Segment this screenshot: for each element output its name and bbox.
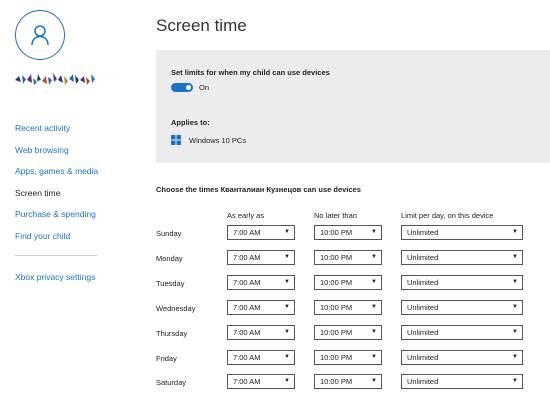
- schedule-row-saturday: Saturday 7:00 AM ▼ 10:00 PM ▼ Unlimited ▼: [0, 374, 550, 394]
- early-time-value: 7:00 AM: [233, 353, 261, 362]
- chevron-down-icon: ▼: [371, 354, 377, 360]
- child-name-signature: [15, 73, 95, 85]
- day-label: Wednesday: [156, 304, 196, 313]
- chevron-down-icon: ▼: [512, 329, 518, 335]
- late-time-select[interactable]: 10:00 PM ▼: [314, 275, 382, 290]
- early-time-value: 7:00 AM: [233, 377, 261, 386]
- user-icon: [31, 25, 49, 46]
- chevron-down-icon: ▼: [512, 354, 518, 360]
- chevron-down-icon: ▼: [284, 354, 290, 360]
- sidebar-item-screen-time[interactable]: Screen time: [15, 187, 98, 209]
- daily-limit-value: Unlimited: [407, 253, 439, 262]
- daily-limit-select[interactable]: Unlimited ▼: [401, 250, 523, 265]
- windows-logo-icon: [171, 135, 181, 145]
- toggle-state-label: On: [199, 83, 210, 92]
- daily-limit-select[interactable]: Unlimited ▼: [401, 300, 523, 315]
- schedule-heading: Choose the times Кванталиан Кузнецов can…: [156, 185, 361, 194]
- early-time-value: 7:00 AM: [233, 278, 261, 287]
- chevron-down-icon: ▼: [512, 229, 518, 235]
- daily-limit-value: Unlimited: [407, 377, 439, 386]
- column-header-early: As early as: [227, 211, 265, 220]
- schedule-row-wednesday: Wednesday 7:00 AM ▼ 10:00 PM ▼ Unlimited ▼: [0, 300, 550, 320]
- toggle-knob: [186, 85, 191, 90]
- daily-limit-value: Unlimited: [407, 278, 439, 287]
- daily-limit-select[interactable]: Unlimited ▼: [401, 225, 523, 240]
- daily-limit-value: Unlimited: [407, 303, 439, 312]
- day-label: Thursday: [156, 329, 188, 338]
- late-time-value: 10:00 PM: [320, 377, 353, 386]
- early-time-select[interactable]: 7:00 AM ▼: [227, 350, 295, 365]
- late-time-value: 10:00 PM: [320, 228, 353, 237]
- chevron-down-icon: ▼: [371, 229, 377, 235]
- chevron-down-icon: ▼: [512, 378, 518, 384]
- early-time-select[interactable]: 7:00 AM ▼: [227, 275, 295, 290]
- late-time-select[interactable]: 10:00 PM ▼: [314, 250, 382, 265]
- late-time-value: 10:00 PM: [320, 303, 353, 312]
- schedule-row-tuesday: Tuesday 7:00 AM ▼ 10:00 PM ▼ Unlimited ▼: [0, 275, 550, 295]
- sidebar-item-recent-activity[interactable]: Recent activity: [15, 122, 98, 144]
- day-label: Tuesday: [156, 279, 185, 288]
- daily-limit-select[interactable]: Unlimited ▼: [401, 374, 523, 389]
- daily-limit-select[interactable]: Unlimited ▼: [401, 350, 523, 365]
- chevron-down-icon: ▼: [512, 279, 518, 285]
- chevron-down-icon: ▼: [284, 378, 290, 384]
- daily-limit-value: Unlimited: [407, 228, 439, 237]
- chevron-down-icon: ▼: [371, 254, 377, 260]
- schedule-row-friday: Friday 7:00 AM ▼ 10:00 PM ▼ Unlimited ▼: [0, 350, 550, 370]
- late-time-value: 10:00 PM: [320, 278, 353, 287]
- day-label: Sunday: [156, 229, 182, 238]
- daily-limit-value: Unlimited: [407, 353, 439, 362]
- late-time-value: 10:00 PM: [320, 253, 353, 262]
- page-title: Screen time: [156, 16, 247, 35]
- chevron-down-icon: ▼: [284, 304, 290, 310]
- sidebar-item-apps-games-media[interactable]: Apps, games & media: [15, 165, 98, 187]
- limits-label: Set limits for when my child can use dev…: [171, 68, 330, 77]
- chevron-down-icon: ▼: [284, 254, 290, 260]
- day-label: Saturday: [156, 378, 187, 387]
- late-time-select[interactable]: 10:00 PM ▼: [314, 350, 382, 365]
- avatar[interactable]: [15, 10, 65, 60]
- day-label: Monday: [156, 254, 183, 263]
- daily-limit-value: Unlimited: [407, 328, 439, 337]
- column-header-late: No later than: [314, 211, 357, 220]
- daily-limit-select[interactable]: Unlimited ▼: [401, 325, 523, 340]
- late-time-select[interactable]: 10:00 PM ▼: [314, 325, 382, 340]
- limits-toggle[interactable]: [171, 83, 193, 92]
- chevron-down-icon: ▼: [371, 304, 377, 310]
- chevron-down-icon: ▼: [371, 329, 377, 335]
- early-time-value: 7:00 AM: [233, 253, 261, 262]
- early-time-select[interactable]: 7:00 AM ▼: [227, 250, 295, 265]
- chevron-down-icon: ▼: [371, 279, 377, 285]
- late-time-select[interactable]: 10:00 PM ▼: [314, 374, 382, 389]
- late-time-select[interactable]: 10:00 PM ▼: [314, 225, 382, 240]
- chevron-down-icon: ▼: [284, 279, 290, 285]
- early-time-value: 7:00 AM: [233, 328, 261, 337]
- settings-panel: Set limits for when my child can use dev…: [156, 50, 550, 163]
- late-time-value: 10:00 PM: [320, 353, 353, 362]
- early-time-select[interactable]: 7:00 AM ▼: [227, 225, 295, 240]
- applies-to-label: Applies to:: [171, 118, 210, 127]
- schedule-row-thursday: Thursday 7:00 AM ▼ 10:00 PM ▼ Unlimited ▼: [0, 325, 550, 345]
- sidebar-item-web-browsing[interactable]: Web browsing: [15, 144, 98, 166]
- chevron-down-icon: ▼: [284, 229, 290, 235]
- early-time-select[interactable]: 7:00 AM ▼: [227, 300, 295, 315]
- late-time-select[interactable]: 10:00 PM ▼: [314, 300, 382, 315]
- column-header-limit: Limit per day, on this device: [401, 211, 494, 220]
- schedule-row-monday: Monday 7:00 AM ▼ 10:00 PM ▼ Unlimited ▼: [0, 250, 550, 270]
- chevron-down-icon: ▼: [512, 254, 518, 260]
- chevron-down-icon: ▼: [512, 304, 518, 310]
- device-name: Windows 10 PCs: [189, 136, 247, 145]
- late-time-value: 10:00 PM: [320, 328, 353, 337]
- day-label: Friday: [156, 354, 177, 363]
- early-time-value: 7:00 AM: [233, 228, 261, 237]
- chevron-down-icon: ▼: [284, 329, 290, 335]
- early-time-value: 7:00 AM: [233, 303, 261, 312]
- early-time-select[interactable]: 7:00 AM ▼: [227, 325, 295, 340]
- sidebar: Recent activity Web browsing Apps, games…: [0, 0, 110, 406]
- early-time-select[interactable]: 7:00 AM ▼: [227, 374, 295, 389]
- daily-limit-select[interactable]: Unlimited ▼: [401, 275, 523, 290]
- chevron-down-icon: ▼: [371, 378, 377, 384]
- schedule-row-sunday: Sunday 7:00 AM ▼ 10:00 PM ▼ Unlimited ▼: [0, 225, 550, 245]
